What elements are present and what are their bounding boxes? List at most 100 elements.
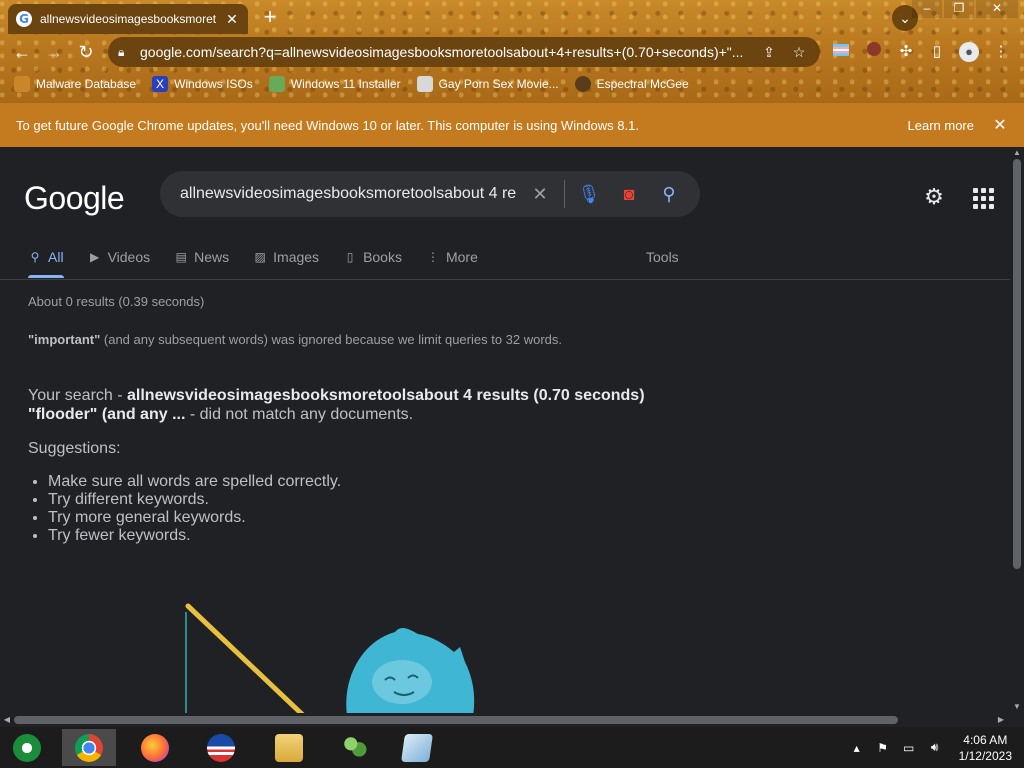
list-item: Try fewer keywords. <box>48 527 341 545</box>
ignored-word: "important" <box>28 332 101 347</box>
list-item: Try different keywords. <box>48 491 341 509</box>
book-icon: ▯ <box>346 250 354 264</box>
tabs-divider <box>0 279 1010 280</box>
camera-lens-icon[interactable]: ◙ <box>609 184 649 205</box>
minimize-button[interactable]: – <box>912 0 942 18</box>
character-icon <box>574 76 591 92</box>
chevron-up-icon[interactable]: ▴ <box>849 741 865 755</box>
obama-logo-icon <box>207 733 235 762</box>
extension-avatar-icon[interactable] <box>863 41 885 63</box>
lock-icon[interactable]: 🔒︎ <box>118 45 132 60</box>
apps-grid-icon[interactable] <box>968 183 996 211</box>
clear-icon[interactable]: ✕ <box>520 184 560 205</box>
extension-flag-icon[interactable] <box>830 41 852 63</box>
new-tab-button[interactable]: + <box>258 6 282 30</box>
scrollbar-thumb[interactable] <box>1013 159 1021 569</box>
restore-button[interactable]: ❐ <box>944 0 974 18</box>
scroll-left-icon[interactable]: ◀ <box>0 713 14 727</box>
update-infobar: To get future Google Chrome updates, you… <box>0 103 1024 147</box>
share-icon[interactable]: ⇪ <box>758 44 780 61</box>
scroll-up-icon[interactable]: ▲ <box>1010 147 1024 159</box>
tab-videos[interactable]: ▶ Videos <box>88 245 151 269</box>
bookmark-label: Espectral McGee <box>596 77 689 91</box>
suggestions-title: Suggestions: <box>28 440 121 457</box>
extensions-puzzle-icon[interactable]: ✣ <box>895 41 917 63</box>
system-tray: ▴ ⚑ ▭ 🔊︎ 4:06 AM 1/12/2023 <box>849 727 1012 768</box>
microphone-icon[interactable]: 🎙︎ <box>569 184 609 205</box>
tab-label: Videos <box>107 249 151 265</box>
learn-more-link[interactable]: Learn more <box>908 118 974 133</box>
reload-icon[interactable]: ↻ <box>74 40 98 64</box>
tab-label: Images <box>273 249 320 265</box>
url-text[interactable]: google.com/search?q=allnewsvideosimagesb… <box>140 44 750 60</box>
profile-icon[interactable]: ● <box>958 41 980 63</box>
infobar-close-icon[interactable]: ✕ <box>992 115 1008 135</box>
clock-time: 4:06 AM <box>963 732 1008 747</box>
no-results-illustration <box>185 603 475 713</box>
no-match-suffix: - did not match any documents. <box>185 406 414 423</box>
bookmark-item[interactable]: Espectral McGee <box>574 76 689 92</box>
scroll-down-icon[interactable]: ▼ <box>1010 701 1024 713</box>
bookmark-star-icon[interactable]: ☆ <box>788 44 810 61</box>
network-icon[interactable]: ▭ <box>901 741 917 755</box>
search-icon[interactable]: ⚲ <box>649 184 689 205</box>
tab-images[interactable]: ▨ Images <box>253 245 319 269</box>
google-logo[interactable]: Google <box>24 180 125 217</box>
search-input[interactable]: allnewsvideosimagesbooksmoretoolsabout 4… <box>180 185 520 203</box>
back-arrow-icon[interactable]: ← <box>10 40 34 64</box>
forward-arrow-icon[interactable]: → <box>42 40 66 64</box>
gear-icon[interactable]: ⚙ <box>920 183 948 211</box>
bookmark-item[interactable]: X Windows ISOs <box>152 76 253 92</box>
obama-logo-taskbar-button[interactable] <box>194 729 248 766</box>
ignored-words-notice: "important" (and any subsequent words) w… <box>28 332 562 347</box>
folder-icon <box>275 733 303 762</box>
side-panel-icon[interactable]: ▯ <box>926 41 948 63</box>
people-taskbar-button[interactable] <box>328 729 382 766</box>
address-bar[interactable]: 🔒︎ google.com/search?q=allnewsvideosimag… <box>108 37 820 67</box>
bookmark-item[interactable]: Malware Database <box>14 76 136 92</box>
tools-button[interactable]: Tools <box>646 249 679 265</box>
browser-toolbar: ← → ↻ 🔒︎ google.com/search?q=allnewsvide… <box>0 34 1024 70</box>
chrome-icon <box>75 733 103 762</box>
chrome-taskbar-button[interactable] <box>62 729 116 766</box>
volume-icon[interactable]: 🔊︎ <box>927 740 943 755</box>
scroll-right-icon[interactable]: ▶ <box>994 713 1008 727</box>
bookmark-item[interactable]: Gay Porn Sex Movie... <box>416 76 559 92</box>
horizontal-scrollbar[interactable]: ◀ ▶ <box>0 713 1010 727</box>
file-explorer-taskbar-button[interactable] <box>262 729 316 766</box>
tab-label: Books <box>363 249 402 265</box>
active-tab-indicator <box>28 275 64 278</box>
tab-news[interactable]: ▤ News <box>174 245 229 269</box>
media-center-taskbar-button[interactable] <box>0 729 54 766</box>
window-controls: – ❐ ✕ <box>912 0 1018 18</box>
list-item: Make sure all words are spelled correctl… <box>48 473 341 491</box>
tab-more[interactable]: ⋮ More <box>426 245 478 269</box>
chrome-menu-icon[interactable]: ⋮ <box>990 41 1012 63</box>
bookmark-label: Windows 11 Installer <box>290 77 401 91</box>
clock[interactable]: 4:06 AM 1/12/2023 <box>959 732 1012 764</box>
browser-tab[interactable]: allnewsvideosimagesbooksmoretoolsabout 4… <box>8 4 248 34</box>
tab-title: allnewsvideosimagesbooksmoretoolsabout 4… <box>40 12 216 26</box>
flag-icon[interactable]: ⚑ <box>875 741 891 755</box>
suggestions-list: Make sure all words are spelled correctl… <box>48 473 341 545</box>
bookmark-label: Gay Porn Sex Movie... <box>438 77 559 91</box>
scrollbar-thumb[interactable] <box>14 716 898 724</box>
image-icon: ▨ <box>254 250 266 264</box>
video-icon: ▶ <box>89 250 100 264</box>
installer-icon <box>268 76 285 92</box>
tab-label: More <box>445 249 478 265</box>
search-box[interactable]: allnewsvideosimagesbooksmoretoolsabout 4… <box>160 171 700 217</box>
bookmark-label: Malware Database <box>36 77 137 91</box>
tab-books[interactable]: ▯ Books <box>343 245 402 269</box>
film-icon <box>416 76 433 92</box>
close-window-button[interactable]: ✕ <box>976 0 1018 18</box>
search-results-page: Google allnewsvideosimagesbooksmoretools… <box>0 147 1010 713</box>
tab-all[interactable]: ⚲ All <box>28 245 64 269</box>
notepad-taskbar-button[interactable] <box>390 729 444 766</box>
firefox-taskbar-button[interactable] <box>128 729 182 766</box>
vertical-scrollbar[interactable]: ▲ ▼ <box>1010 147 1024 713</box>
tab-label: All <box>48 249 64 265</box>
clock-date: 1/12/2023 <box>958 748 1012 763</box>
bookmark-item[interactable]: Windows 11 Installer <box>268 76 401 92</box>
tab-close-icon[interactable]: ✕ <box>224 11 240 28</box>
